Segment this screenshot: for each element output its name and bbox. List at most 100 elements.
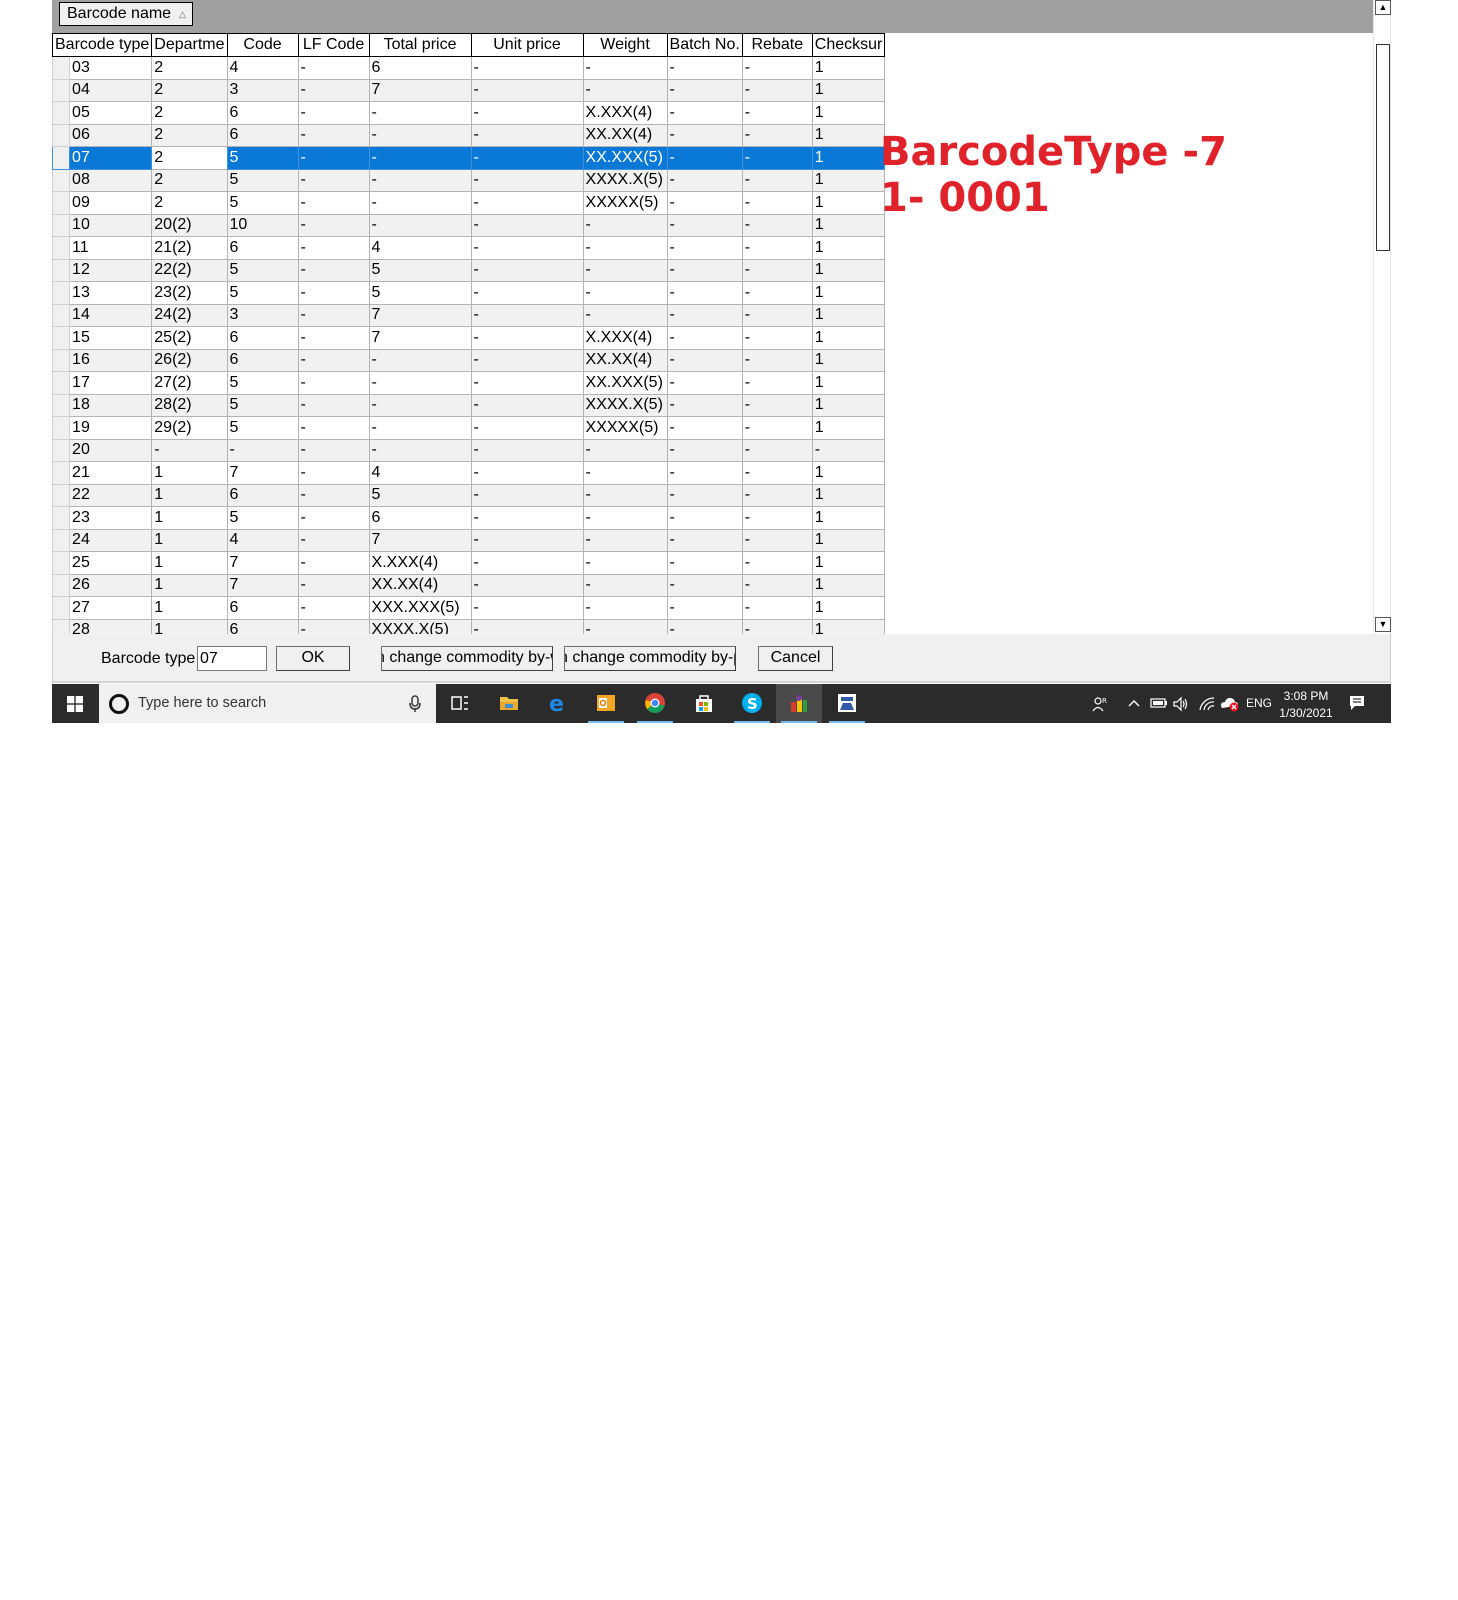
table-row[interactable]: 11 21(2) 6-4- - - -1 <box>52 236 886 260</box>
cell-code[interactable]: 10 <box>226 213 299 237</box>
cell-unit-price[interactable]: - <box>470 258 584 282</box>
table-row[interactable]: 23 1 5-6- - - -1 <box>52 506 886 530</box>
cell-unit-price[interactable]: - <box>470 123 584 147</box>
cell-department[interactable]: 2 <box>151 78 228 102</box>
cell-lf-code[interactable]: - <box>297 281 370 305</box>
cell-lf-code[interactable]: - <box>297 303 370 327</box>
cell-weight[interactable]: - <box>582 303 668 327</box>
cell-unit-price[interactable]: - <box>470 303 584 327</box>
table-row[interactable]: 08 2 5- - - XXXX.X(5) - -1 <box>52 168 886 192</box>
table-row[interactable]: 24 1 4-7- - - -1 <box>52 528 886 552</box>
cell-total-price[interactable]: - <box>368 123 472 147</box>
cell-department[interactable]: 1 <box>151 506 228 530</box>
scrollbar-thumb[interactable] <box>1376 44 1390 251</box>
cell-weight[interactable]: - <box>582 461 668 485</box>
battery-icon[interactable] <box>1150 697 1168 709</box>
cell-unit-price[interactable]: - <box>470 506 584 530</box>
cell-rebate[interactable]: - <box>741 168 813 192</box>
cell-barcode-type[interactable]: 24 <box>69 528 153 552</box>
cell-unit-price[interactable]: - <box>470 461 584 485</box>
cell-department[interactable]: 1 <box>151 461 228 485</box>
cell-unit-price[interactable]: - <box>470 146 584 170</box>
cell-barcode-type[interactable]: 05 <box>69 101 153 125</box>
cell-checksum[interactable]: 1 <box>811 371 886 395</box>
cell-rebate[interactable]: - <box>741 191 813 215</box>
cell-unit-price[interactable]: - <box>470 551 584 575</box>
cell-barcode-type[interactable]: 14 <box>69 303 153 327</box>
cell-batch-no[interactable]: - <box>666 348 743 372</box>
cell-unit-price[interactable]: - <box>470 168 584 192</box>
row-indicator[interactable] <box>52 258 71 282</box>
cell-code[interactable]: 5 <box>226 281 299 305</box>
cell-checksum[interactable]: 1 <box>811 101 886 125</box>
row-indicator[interactable] <box>52 123 71 147</box>
cell-department[interactable]: 1 <box>151 483 228 507</box>
cell-rebate[interactable]: - <box>741 348 813 372</box>
cell-weight[interactable]: XXXXX(5) <box>582 416 668 440</box>
cell-barcode-type[interactable]: 20 <box>69 438 153 462</box>
cell-rebate[interactable]: - <box>741 573 813 597</box>
cell-department[interactable]: 2 <box>151 168 228 192</box>
cell-department[interactable]: 1 <box>151 551 228 575</box>
cell-weight[interactable]: - <box>582 551 668 575</box>
cell-checksum[interactable]: 1 <box>811 551 886 575</box>
row-indicator[interactable] <box>52 618 71 634</box>
cell-batch-no[interactable]: - <box>666 146 743 170</box>
app-icon[interactable] <box>776 684 822 723</box>
cell-unit-price[interactable]: - <box>470 528 584 552</box>
change-commodity-by-weight-button[interactable]: n change commodity by-w <box>381 646 553 671</box>
cell-lf-code[interactable]: - <box>297 528 370 552</box>
cell-batch-no[interactable]: - <box>666 213 743 237</box>
outlook-icon[interactable] <box>583 684 629 723</box>
cell-total-price[interactable]: - <box>368 101 472 125</box>
cell-department[interactable]: 2 <box>151 191 228 215</box>
row-indicator[interactable] <box>52 438 71 462</box>
cell-total-price[interactable]: - <box>368 191 472 215</box>
cell-lf-code[interactable]: - <box>297 146 370 170</box>
cell-checksum[interactable]: 1 <box>811 258 886 282</box>
table-row[interactable]: 13 23(2) 5-5- - - -1 <box>52 281 886 305</box>
cell-batch-no[interactable]: - <box>666 326 743 350</box>
cell-department[interactable]: - <box>151 438 228 462</box>
cell-total-price[interactable]: X.XXX(4) <box>368 551 472 575</box>
cell-barcode-type[interactable]: 26 <box>69 573 153 597</box>
cell-lf-code[interactable]: - <box>297 573 370 597</box>
column-header-rebate[interactable]: Rebate <box>741 33 813 57</box>
row-indicator[interactable] <box>52 483 71 507</box>
taskbar-search-box[interactable]: Type here to search <box>99 684 436 723</box>
cell-code[interactable]: 3 <box>226 303 299 327</box>
cell-barcode-type[interactable]: 23 <box>69 506 153 530</box>
cell-unit-price[interactable]: - <box>470 236 584 260</box>
cell-checksum[interactable]: 1 <box>811 416 886 440</box>
cell-checksum[interactable]: - <box>811 438 886 462</box>
cell-code[interactable]: 6 <box>226 596 299 620</box>
cell-department[interactable]: 26(2) <box>151 348 228 372</box>
cell-batch-no[interactable]: - <box>666 168 743 192</box>
cell-rebate[interactable]: - <box>741 303 813 327</box>
edge-icon[interactable]: e <box>535 684 581 723</box>
cell-barcode-type[interactable]: 15 <box>69 326 153 350</box>
cell-code[interactable]: 5 <box>226 146 299 170</box>
column-header-batch-no[interactable]: Batch No. <box>666 33 743 57</box>
cell-barcode-type[interactable]: 08 <box>69 168 153 192</box>
cell-batch-no[interactable]: - <box>666 416 743 440</box>
table-row[interactable]: 19 29(2) 5- - - XXXXX(5) - -1 <box>52 416 886 440</box>
cell-lf-code[interactable]: - <box>297 596 370 620</box>
cell-barcode-type[interactable]: 25 <box>69 551 153 575</box>
row-indicator[interactable] <box>52 168 71 192</box>
scale-app-icon[interactable] <box>824 684 870 723</box>
cell-code[interactable]: 5 <box>226 416 299 440</box>
table-row[interactable]: 10 20(2) 10- - - - - -1 <box>52 213 886 237</box>
column-header-code[interactable]: Code <box>226 33 299 57</box>
cell-department[interactable]: 1 <box>151 573 228 597</box>
cell-checksum[interactable]: 1 <box>811 168 886 192</box>
cancel-button[interactable]: Cancel <box>758 646 833 671</box>
cell-department[interactable]: 24(2) <box>151 303 228 327</box>
cell-batch-no[interactable]: - <box>666 506 743 530</box>
cell-total-price[interactable]: 7 <box>368 78 472 102</box>
cell-checksum[interactable]: 1 <box>811 78 886 102</box>
cell-weight[interactable]: XX.XXX(5) <box>582 371 668 395</box>
column-header-total-price[interactable]: Total price <box>368 33 472 57</box>
table-row[interactable]: 12 22(2) 5-5- - - -1 <box>52 258 886 282</box>
cell-department[interactable]: 22(2) <box>151 258 228 282</box>
